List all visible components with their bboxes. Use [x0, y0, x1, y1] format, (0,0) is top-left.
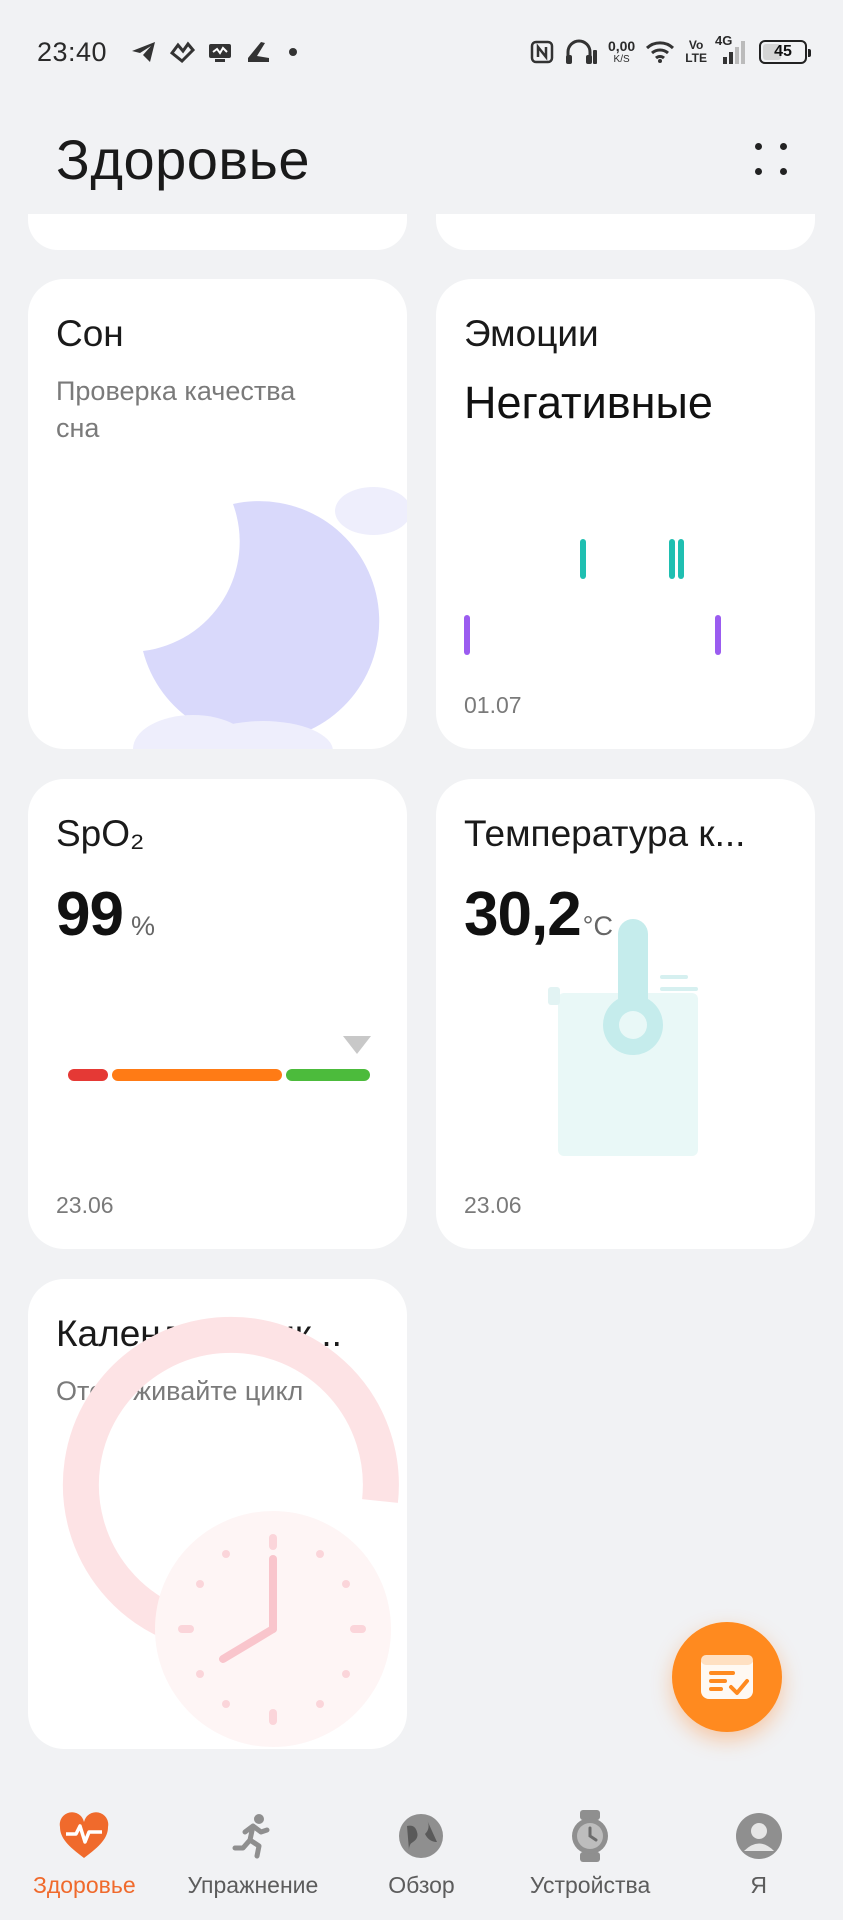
status-bar-right: 0,00 K/S Vo LTE 4G 45: [520, 33, 811, 66]
status-bar-left: 23:40: [37, 36, 298, 68]
nav-label-health: Здоровье: [32, 1872, 136, 1898]
temperature-card-date: 23.06: [464, 1192, 522, 1218]
nav-label-overview: Обзор: [388, 1872, 455, 1898]
spo2-unit: %: [130, 911, 155, 941]
telegram-icon: [131, 41, 157, 63]
spo2-card-title: SpO₂: [56, 813, 145, 854]
triangle-down-icon: [343, 1036, 371, 1054]
emotion-bar-negative: [715, 615, 721, 655]
sleep-card[interactable]: Сон Проверка качества сна: [28, 279, 407, 749]
clock-icon: [62, 1316, 399, 1747]
more-grid-icon[interactable]: [743, 131, 799, 187]
health-app-screen: 23:40 0,00 K/S Vo LTE 4G 45 Здоровье Сон…: [0, 0, 843, 1920]
bottom-nav: Здоровье Упражнение Обзор Устройства Я: [0, 1780, 843, 1920]
spo2-value: 99: [56, 880, 124, 949]
nav-item-me[interactable]: Я: [675, 1810, 843, 1899]
emotions-card-date: 01.07: [464, 692, 522, 718]
note-check-icon: [701, 1655, 753, 1699]
app-header: Здоровье: [0, 104, 843, 214]
clock: 23:40: [37, 36, 108, 67]
emotion-bar-positive: [678, 539, 684, 579]
globe-icon: [395, 1810, 447, 1862]
emotions-card[interactable]: Эмоции Негативные 01.07: [436, 279, 815, 749]
temperature-card[interactable]: Температура к... 30,2 °C 23.06: [436, 779, 815, 1249]
emotion-bar-positive: [669, 539, 675, 579]
signal-icon: 4G: [715, 33, 747, 65]
shoe-icon: [245, 40, 271, 64]
nfc-icon: [530, 40, 554, 64]
heart-pulse-icon: [58, 1810, 110, 1862]
card-stub-left[interactable]: [28, 214, 407, 250]
network-speed-value: 0,00: [607, 38, 636, 54]
add-record-button[interactable]: [672, 1622, 782, 1732]
dot-icon: [289, 48, 298, 56]
spo2-scale-mid: [112, 1069, 282, 1081]
volte-indicator: Vo LTE: [685, 39, 707, 64]
network-speed: 0,00 K/S: [608, 39, 635, 65]
moon-icon: [133, 487, 407, 749]
headphones-icon: [564, 38, 598, 66]
nav-item-exercise[interactable]: Упражнение: [169, 1810, 337, 1899]
watch-icon: [564, 1810, 616, 1862]
user-icon: [733, 1810, 785, 1862]
volte-bottom: LTE: [685, 51, 707, 65]
spo2-value-group: 99 %: [56, 879, 155, 950]
spo2-scale: [68, 1069, 374, 1081]
spo2-scale-normal: [286, 1069, 370, 1081]
cast-icon: [207, 41, 233, 63]
running-icon: [227, 1810, 279, 1862]
battery-level: 45: [774, 43, 792, 60]
status-bar: 23:40 0,00 K/S Vo LTE 4G 45: [0, 0, 843, 104]
nav-label-me: Я: [750, 1872, 767, 1898]
network-speed-unit: K/S: [613, 54, 630, 65]
thermometer-icon: [548, 919, 698, 1156]
page-title: Здоровье: [56, 127, 311, 191]
emotion-bar-positive: [580, 539, 586, 579]
nav-label-devices: Устройства: [529, 1872, 651, 1898]
spo2-card-date: 23.06: [56, 1192, 114, 1218]
nav-item-health[interactable]: Здоровье: [0, 1810, 168, 1899]
app-icon: [169, 41, 196, 63]
card-stub-right[interactable]: [436, 214, 815, 250]
emotion-bar-negative: [464, 615, 470, 655]
nav-item-devices[interactable]: Устройства: [506, 1810, 674, 1899]
emotions-card-title: Эмоции: [464, 313, 599, 354]
emotion-status: Негативные: [464, 377, 713, 428]
wifi-icon: [645, 40, 675, 64]
nav-label-exercise: Упражнение: [187, 1872, 319, 1898]
spo2-scale-low: [68, 1069, 108, 1081]
nav-item-overview[interactable]: Обзор: [337, 1810, 505, 1899]
network-type: 4G: [715, 33, 733, 48]
spo2-card[interactable]: SpO₂ 99 % 23.06: [28, 779, 407, 1249]
battery-icon: 45: [759, 40, 811, 64]
cycle-calendar-card[interactable]: Календарь цик... Отслеживайте цикл: [28, 1279, 407, 1749]
